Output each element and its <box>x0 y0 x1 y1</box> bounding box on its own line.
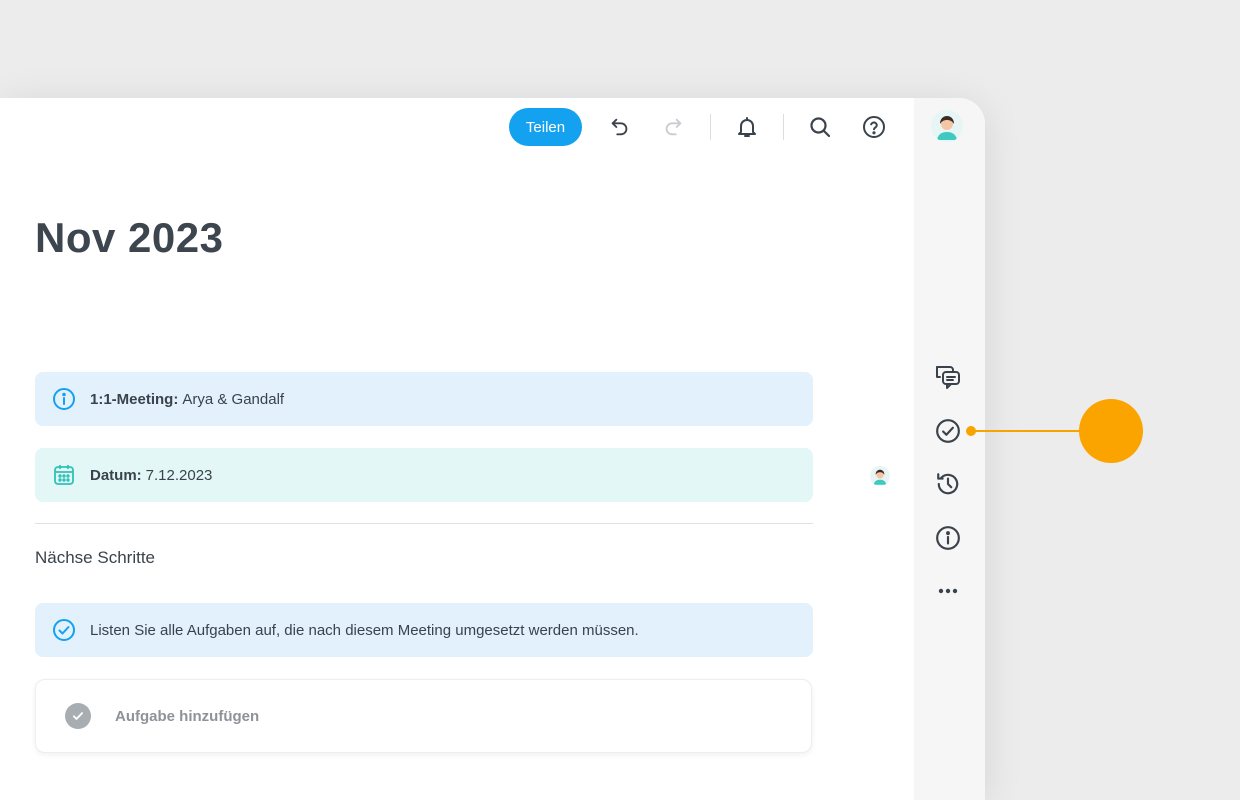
bell-icon[interactable] <box>735 115 759 139</box>
divider <box>35 523 813 524</box>
search-icon[interactable] <box>808 115 832 139</box>
pointer-line <box>971 430 1081 432</box>
date-label: Datum: <box>90 466 142 484</box>
date-value: 7.12.2023 <box>145 466 213 484</box>
comments-icon[interactable] <box>934 363 962 391</box>
history-icon[interactable] <box>934 470 962 498</box>
share-button[interactable]: Teilen <box>509 108 582 146</box>
date-callout: Datum: 7.12.2023 <box>35 448 813 502</box>
toolbar-divider <box>783 114 784 140</box>
meeting-label: 1:1-Meeting: <box>90 390 179 408</box>
info-icon[interactable] <box>934 524 962 552</box>
redo-icon[interactable] <box>661 115 685 139</box>
user-avatar[interactable] <box>931 110 963 142</box>
help-icon[interactable] <box>862 115 886 139</box>
hint-text: Listen Sie alle Aufgaben auf, die nach d… <box>90 621 639 639</box>
check-icon <box>65 703 91 729</box>
check-circle-icon <box>52 618 76 642</box>
add-task-button[interactable]: Aufgabe hinzufügen <box>35 679 812 753</box>
meeting-callout: 1:1-Meeting: Arya & Gandalf <box>35 372 813 426</box>
calendar-icon <box>52 463 76 487</box>
pointer-dot <box>966 426 976 436</box>
app-window: Teilen Nov 2023 1:1-Meeting: Arya & Gand… <box>0 98 985 800</box>
hint-callout: Listen Sie alle Aufgaben auf, die nach d… <box>35 603 813 657</box>
section-heading: Nächse Schritte <box>35 548 155 567</box>
meeting-value: Arya & Gandalf <box>182 390 285 408</box>
toolbar-divider <box>710 114 711 140</box>
undo-icon[interactable] <box>608 115 632 139</box>
page-title: Nov 2023 <box>35 214 224 261</box>
pointer-marker <box>1079 399 1143 463</box>
collaborator-avatar <box>870 466 890 486</box>
info-icon <box>52 387 76 411</box>
check-circle-icon[interactable] <box>934 417 962 445</box>
more-icon[interactable] <box>934 577 962 605</box>
right-sidebar <box>914 98 985 800</box>
top-toolbar: Teilen <box>509 108 886 146</box>
add-task-label: Aufgabe hinzufügen <box>115 707 260 725</box>
